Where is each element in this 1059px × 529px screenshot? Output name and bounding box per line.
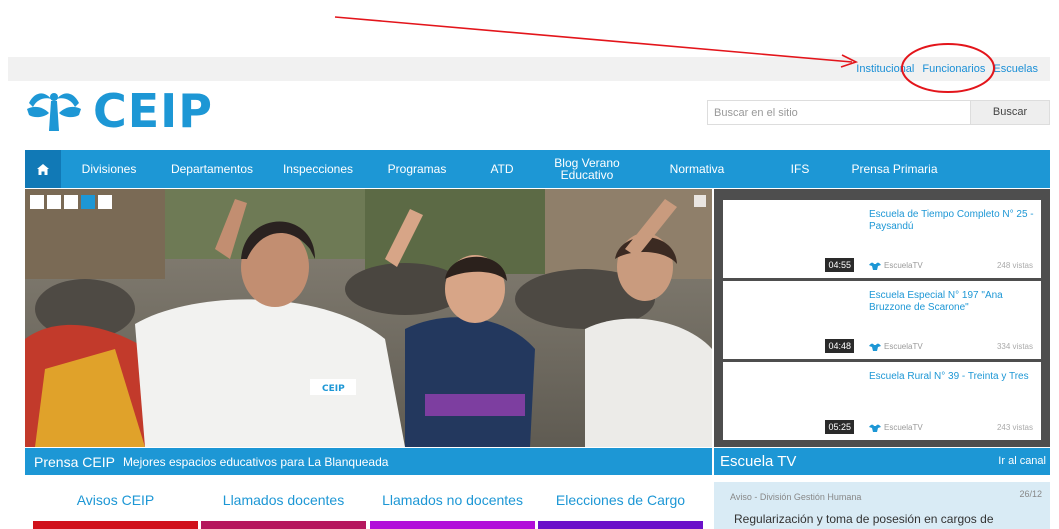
video-card[interactable]: 05:25 Escuela Rural N° 39 - Treinta y Tr… bbox=[723, 362, 1041, 440]
video-duration: 04:48 bbox=[825, 339, 854, 353]
link-escuelas[interactable]: Escuelas bbox=[993, 63, 1038, 75]
video-thumbnail[interactable]: 04:48 bbox=[723, 281, 858, 359]
video-thumbnail[interactable]: 04:55 bbox=[723, 200, 858, 278]
nav-divisiones[interactable]: Divisiones bbox=[61, 163, 157, 175]
video-views: 243 vistas bbox=[996, 423, 1033, 432]
site-logo[interactable]: CEIP bbox=[25, 84, 213, 138]
top-links: Institucional Funcionarios Escuelas bbox=[856, 63, 1038, 75]
caption-brand: Prensa CEIP bbox=[34, 453, 115, 470]
caption-text: Mejores espacios educativos para La Blan… bbox=[122, 454, 389, 469]
video-duration: 05:25 bbox=[825, 420, 854, 434]
slider-dot-active[interactable] bbox=[81, 195, 95, 209]
slider-pause-icon[interactable] bbox=[694, 195, 706, 207]
notice-date: 26/12 bbox=[1019, 489, 1042, 499]
nav-ifs[interactable]: IFS bbox=[759, 163, 841, 175]
ceip-emblem-icon bbox=[27, 93, 81, 131]
video-title[interactable]: Escuela Rural N° 39 - Treinta y Tres bbox=[869, 371, 1039, 383]
site-search: Buscar en el sitio Buscar bbox=[707, 100, 1050, 125]
video-thumbnail[interactable]: 05:25 bbox=[723, 362, 858, 440]
video-title[interactable]: Escuela Especial N° 197 "Ana Bruzzone de… bbox=[869, 290, 1039, 314]
video-channel: EscuelaTV bbox=[869, 261, 923, 270]
search-input[interactable]: Buscar en el sitio bbox=[707, 100, 971, 125]
video-card[interactable]: 04:48 Escuela Especial N° 197 "Ana Bruzz… bbox=[723, 281, 1041, 359]
video-duration: 04:55 bbox=[825, 258, 854, 272]
nav-departamentos[interactable]: Departamentos bbox=[157, 163, 267, 175]
channel-logo-icon bbox=[869, 424, 881, 432]
ir-al-canal-link[interactable]: Ir al canal bbox=[998, 455, 1046, 467]
video-views: 248 vistas bbox=[996, 261, 1033, 270]
search-button[interactable]: Buscar bbox=[971, 100, 1050, 125]
video-channel: EscuelaTV bbox=[869, 423, 923, 432]
video-channel-name: EscuelaTV bbox=[884, 423, 923, 432]
tab-color-bar bbox=[201, 521, 366, 529]
tab-avisos-ceip[interactable]: Avisos CEIP bbox=[33, 492, 198, 508]
tab-llamados-docentes[interactable]: Llamados docentes bbox=[201, 492, 366, 508]
escuela-tv-title: Escuela TV bbox=[720, 453, 797, 470]
coat-logo-text: CEIP bbox=[322, 384, 345, 394]
link-funcionarios[interactable]: Funcionarios bbox=[922, 63, 985, 75]
tab-color-bar bbox=[33, 521, 198, 529]
channel-logo-icon bbox=[869, 343, 881, 351]
hero-photo: CEIP bbox=[25, 189, 712, 447]
nav-home[interactable] bbox=[25, 150, 61, 188]
tab-color-bar bbox=[370, 521, 535, 529]
notice-category: Aviso - División Gestión Humana bbox=[730, 492, 862, 502]
escuela-tv-header: Escuela TV Ir al canal bbox=[714, 448, 1050, 475]
slider-dots bbox=[30, 195, 112, 209]
home-icon bbox=[37, 163, 49, 175]
video-channel-name: EscuelaTV bbox=[884, 261, 923, 270]
video-channel-name: EscuelaTV bbox=[884, 342, 923, 351]
slider-dot[interactable] bbox=[47, 195, 61, 209]
hero-caption[interactable]: Prensa CEIP Mejores espacios educativos … bbox=[25, 448, 712, 475]
logo-text: CEIP bbox=[93, 84, 214, 138]
channel-logo-icon bbox=[869, 262, 881, 270]
link-institucional[interactable]: Institucional bbox=[856, 63, 914, 75]
video-views: 334 vistas bbox=[996, 342, 1033, 351]
nav-blog-verano[interactable]: Blog Verano Educativo bbox=[539, 157, 635, 181]
slider-dot[interactable] bbox=[98, 195, 112, 209]
top-utility-bar: Institucional Funcionarios Escuelas bbox=[8, 57, 1050, 81]
nav-prensa-primaria[interactable]: Prensa Primaria bbox=[841, 163, 948, 175]
tab-elecciones-de-cargo[interactable]: Elecciones de Cargo bbox=[538, 492, 703, 508]
annotation-arrow bbox=[334, 16, 853, 63]
main-nav: Divisiones Departamentos Inspecciones Pr… bbox=[25, 150, 1050, 188]
tab-llamados-no-docentes[interactable]: Llamados no docentes bbox=[370, 492, 535, 508]
video-card[interactable]: 04:55 Escuela de Tiempo Completo N° 25 -… bbox=[723, 200, 1041, 278]
tab-color-bar bbox=[538, 521, 703, 529]
video-channel: EscuelaTV bbox=[869, 342, 923, 351]
slider-dot[interactable] bbox=[64, 195, 78, 209]
slider-dot[interactable] bbox=[30, 195, 44, 209]
video-title[interactable]: Escuela de Tiempo Completo N° 25 - Paysa… bbox=[869, 209, 1039, 233]
notice-item[interactable]: Aviso - División Gestión Humana 26/12 Re… bbox=[714, 482, 1050, 529]
escuela-tv-panel: 04:55 Escuela de Tiempo Completo N° 25 -… bbox=[714, 189, 1050, 447]
notice-title[interactable]: Regularización y toma de posesión en car… bbox=[734, 512, 994, 526]
nav-atd[interactable]: ATD bbox=[465, 163, 539, 175]
notice-tabs: Avisos CEIP Llamados docentes Llamados n… bbox=[33, 492, 703, 529]
hero-slider[interactable]: CEIP bbox=[25, 189, 712, 447]
nav-normativa[interactable]: Normativa bbox=[635, 163, 759, 175]
nav-inspecciones[interactable]: Inspecciones bbox=[267, 163, 369, 175]
nav-programas[interactable]: Programas bbox=[369, 163, 465, 175]
